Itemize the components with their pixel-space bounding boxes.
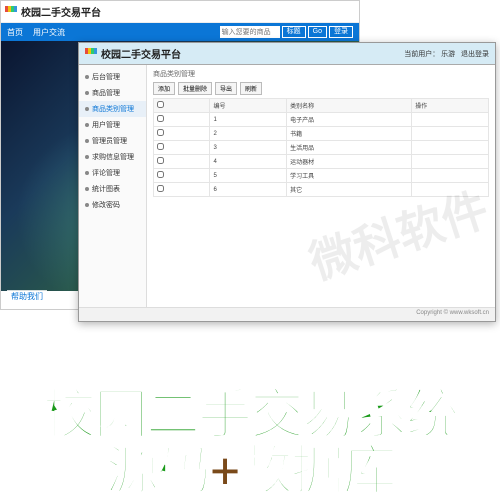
batch-delete-button[interactable]: 批量删除 — [178, 82, 212, 95]
admin-window: 校园二手交易平台 当前用户： 乐游 退出登录 后台管理 商品管理 商品类别管理 … — [78, 42, 496, 322]
promo-line-1: 校园二手交易系统 — [0, 387, 500, 444]
refresh-button[interactable]: 刷新 — [240, 82, 262, 95]
cell-id: 2 — [210, 127, 287, 141]
sidebar-item[interactable]: 商品类别管理 — [79, 101, 146, 117]
admin-sidebar: 后台管理 商品管理 商品类别管理 用户管理 管理员管理 求购信息管理 评论管理 … — [79, 65, 147, 307]
cell-name: 电子产品 — [287, 113, 412, 127]
category-table: 编号 类别名称 操作 1电子产品2书籍3生活用品4运动器材5学习工具6其它 — [153, 98, 489, 197]
current-user: 当前用户： 乐游 退出登录 — [404, 49, 489, 59]
frontend-title: 校园二手交易平台 — [21, 4, 101, 19]
cell-id: 4 — [210, 155, 287, 169]
cell-name: 生活用品 — [287, 141, 412, 155]
sidebar-item[interactable]: 修改密码 — [79, 197, 146, 213]
admin-toolbar: 添加 批量删除 导出 刷新 — [153, 82, 489, 95]
cell-name: 书籍 — [287, 127, 412, 141]
table-row: 6其它 — [154, 183, 489, 197]
cell-id: 1 — [210, 113, 287, 127]
col-id: 编号 — [210, 99, 287, 113]
login-button[interactable]: 登录 — [329, 26, 353, 38]
col-action: 操作 — [412, 99, 489, 113]
sidebar-item[interactable]: 统计图表 — [79, 181, 146, 197]
logo-icon — [5, 6, 17, 18]
frontend-nav: 首页 用户交流 标题 Go 登录 — [1, 23, 359, 41]
cell-action[interactable] — [412, 183, 489, 197]
row-checkbox[interactable] — [157, 129, 164, 136]
row-checkbox[interactable] — [157, 171, 164, 178]
search-input[interactable] — [220, 26, 280, 38]
table-row: 3生活用品 — [154, 141, 489, 155]
sidebar-item[interactable]: 用户管理 — [79, 117, 146, 133]
admin-footer: Copyright © www.wksoft.cn — [79, 307, 495, 321]
sidebar-item[interactable]: 商品管理 — [79, 85, 146, 101]
search-select[interactable]: 标题 — [282, 26, 306, 38]
nav-home[interactable]: 首页 — [7, 27, 23, 38]
nav-user[interactable]: 用户交流 — [33, 27, 65, 38]
cell-action[interactable] — [412, 141, 489, 155]
table-row: 2书籍 — [154, 127, 489, 141]
sidebar-item[interactable]: 评论管理 — [79, 165, 146, 181]
logout-link[interactable]: 退出登录 — [461, 51, 489, 58]
cell-name: 运动器材 — [287, 155, 412, 169]
search-go-button[interactable]: Go — [308, 26, 327, 38]
row-checkbox[interactable] — [157, 115, 164, 122]
frontend-footer-link[interactable]: 帮助我们 — [7, 290, 47, 303]
cell-id: 5 — [210, 169, 287, 183]
logo-icon — [85, 48, 97, 60]
cell-name: 学习工具 — [287, 169, 412, 183]
table-row: 5学习工具 — [154, 169, 489, 183]
table-row: 4运动器材 — [154, 155, 489, 169]
table-row: 1电子产品 — [154, 113, 489, 127]
sidebar-item[interactable]: 求购信息管理 — [79, 149, 146, 165]
promo-overlay: 校园二手交易系统 源码+数据库 — [0, 387, 500, 500]
cell-name: 其它 — [287, 183, 412, 197]
sidebar-item[interactable]: 管理员管理 — [79, 133, 146, 149]
sidebar-item[interactable]: 后台管理 — [79, 69, 146, 85]
row-checkbox[interactable] — [157, 157, 164, 164]
breadcrumb: 商品类别管理 — [153, 69, 489, 79]
cell-action[interactable] — [412, 127, 489, 141]
check-all[interactable] — [157, 101, 164, 108]
export-button[interactable]: 导出 — [215, 82, 237, 95]
cell-id: 6 — [210, 183, 287, 197]
add-button[interactable]: 添加 — [153, 82, 175, 95]
admin-main: 商品类别管理 添加 批量删除 导出 刷新 编号 类别名称 操作 1电子产品2书籍… — [147, 65, 495, 307]
col-name: 类别名称 — [287, 99, 412, 113]
cell-action[interactable] — [412, 169, 489, 183]
admin-header: 校园二手交易平台 当前用户： 乐游 退出登录 — [79, 43, 495, 65]
cell-action[interactable] — [412, 155, 489, 169]
table-header-row: 编号 类别名称 操作 — [154, 99, 489, 113]
row-checkbox[interactable] — [157, 185, 164, 192]
promo-line-2: 源码+数据库 — [0, 443, 500, 500]
frontend-header: 校园二手交易平台 — [1, 1, 359, 23]
cell-id: 3 — [210, 141, 287, 155]
admin-title: 校园二手交易平台 — [101, 46, 181, 61]
row-checkbox[interactable] — [157, 143, 164, 150]
col-check — [154, 99, 210, 113]
cell-action[interactable] — [412, 113, 489, 127]
